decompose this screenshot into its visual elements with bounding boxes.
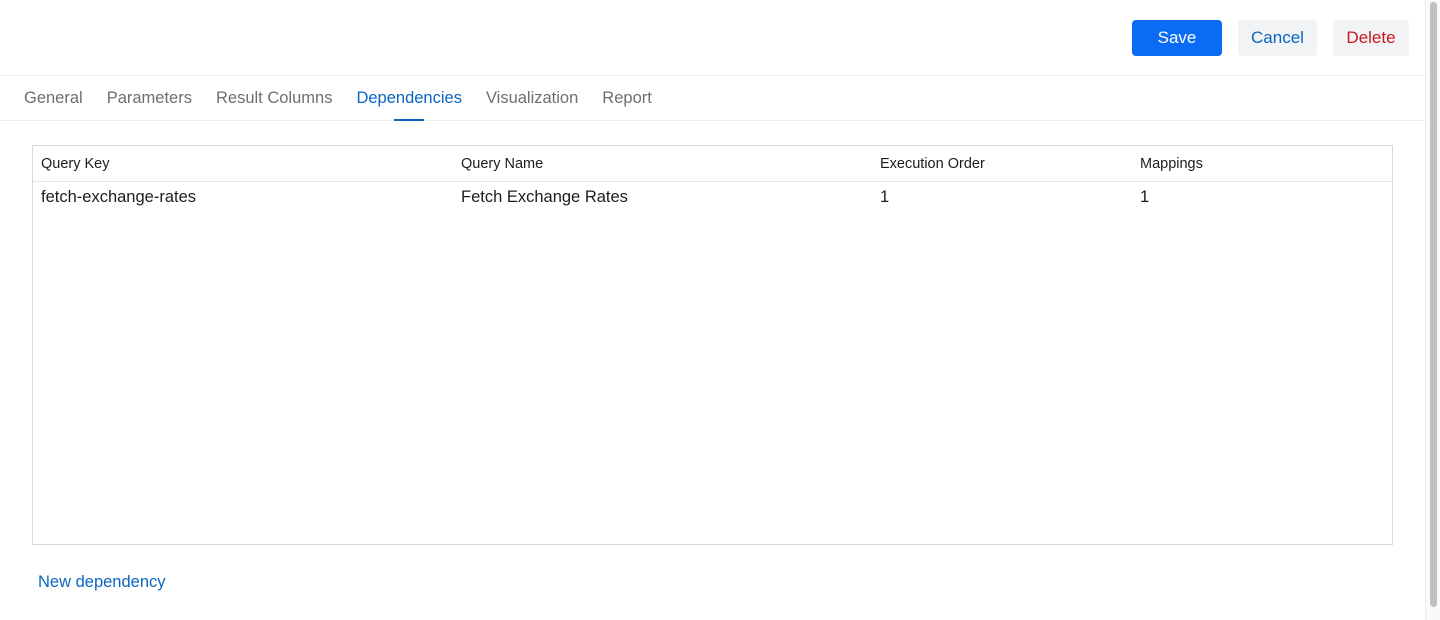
cancel-button[interactable]: Cancel — [1238, 20, 1317, 56]
cell-execution-order: 1 — [880, 188, 890, 206]
new-dependency-link[interactable]: New dependency — [38, 573, 166, 592]
tab-bar: General Parameters Result Columns Depend… — [0, 76, 1425, 121]
column-header-query-name[interactable]: Query Name — [453, 156, 872, 172]
tab-dependencies[interactable]: Dependencies — [344, 76, 474, 120]
tab-result-columns[interactable]: Result Columns — [204, 76, 344, 120]
table-header: Query Key Query Name Execution Order Map… — [33, 146, 1392, 182]
scrollbar-thumb[interactable] — [1430, 2, 1437, 607]
dependencies-table: Query Key Query Name Execution Order Map… — [32, 145, 1393, 545]
column-header-execution-order[interactable]: Execution Order — [872, 156, 1132, 172]
cell-query-name: Fetch Exchange Rates — [461, 188, 628, 206]
vertical-scrollbar[interactable] — [1425, 0, 1440, 620]
toolbar: Save Cancel Delete — [0, 0, 1425, 76]
cell-query-key: fetch-exchange-rates — [41, 188, 197, 206]
app-window: Save Cancel Delete General Parameters Re… — [0, 0, 1440, 620]
table-row[interactable]: fetch-exchange-rates Fetch Exchange Rate… — [33, 182, 1392, 213]
column-header-query-key[interactable]: Query Key — [33, 156, 453, 172]
delete-button[interactable]: Delete — [1333, 20, 1409, 56]
tab-general[interactable]: General — [12, 76, 95, 120]
save-button[interactable]: Save — [1132, 20, 1222, 56]
tab-report[interactable]: Report — [590, 76, 664, 120]
tab-parameters[interactable]: Parameters — [95, 76, 204, 120]
content-area: Save Cancel Delete General Parameters Re… — [0, 0, 1425, 620]
column-header-mappings[interactable]: Mappings — [1132, 156, 1392, 172]
tab-visualization[interactable]: Visualization — [474, 76, 590, 120]
cell-mappings: 1 — [1140, 188, 1150, 206]
